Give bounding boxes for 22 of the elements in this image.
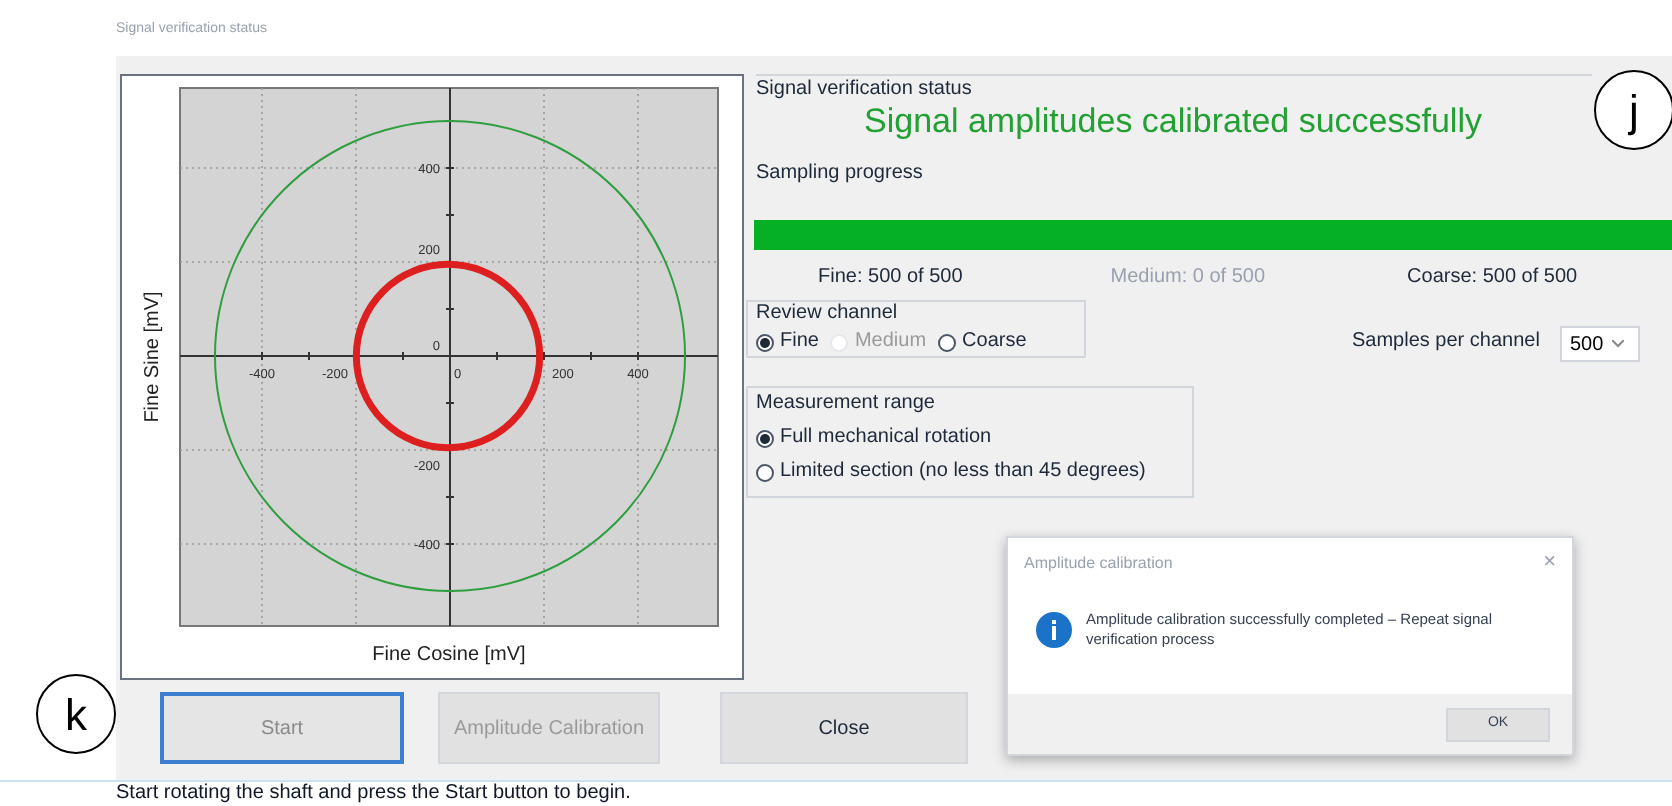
status-message: Signal amplitudes calibrated successfully	[864, 102, 1482, 142]
radio-option[interactable]: Full mechanical rotation	[756, 426, 992, 450]
count-label: Medium: 0 of 500	[1110, 266, 1266, 290]
radio-option[interactable]: Limited section (no less than 45 degrees)	[756, 460, 1146, 484]
status-text: Start rotating the shaft and press the Start button to begin.	[114, 782, 631, 806]
callout-marker: k	[36, 674, 116, 754]
action-button[interactable]: Close	[720, 692, 968, 764]
info-icon	[1036, 612, 1072, 648]
group-label: Review channel	[756, 302, 898, 326]
samples-dropdown[interactable]: 500	[1559, 326, 1640, 362]
group-label: Signal verification status	[756, 78, 972, 102]
count-label: Fine: 500 of 500	[818, 266, 963, 290]
axis-title: Fine Sine [mV]	[142, 291, 164, 423]
radio-option[interactable]: Fine	[756, 330, 819, 354]
group-label: Measurement range	[756, 392, 935, 416]
caret-icon	[1611, 340, 1624, 348]
radio-option[interactable]: Coarse	[938, 330, 1027, 354]
field-label: Samples per channel	[1352, 330, 1540, 354]
axis-title: Fine Cosine [mV]	[372, 644, 526, 666]
count-label: Coarse: 500 of 500	[1407, 266, 1578, 290]
group-label: Sampling progress	[756, 162, 923, 186]
dialog-title: Amplitude calibration	[1024, 551, 1173, 575]
